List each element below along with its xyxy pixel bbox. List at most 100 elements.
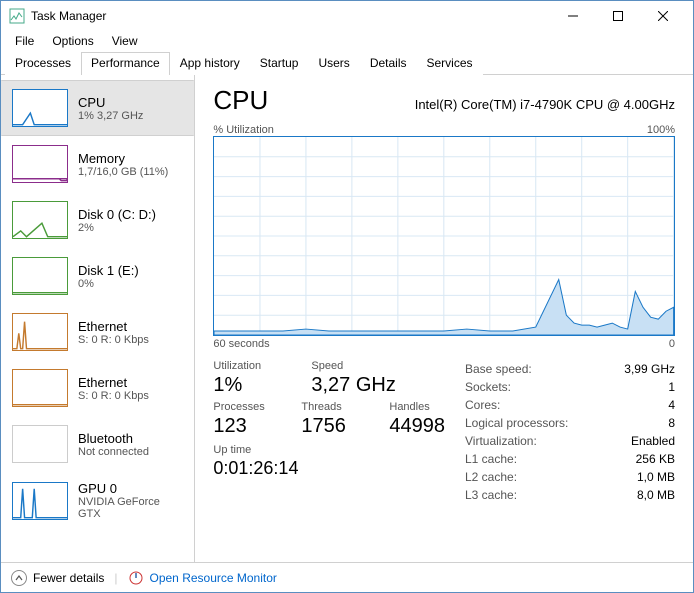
footer: Fewer details | Open Resource Monitor: [1, 562, 693, 592]
tab-performance[interactable]: Performance: [81, 52, 170, 75]
proc-label: Processes: [213, 401, 283, 413]
sidebar-item-label: GPU 0: [78, 481, 183, 496]
sidebar-item-label: Ethernet: [78, 319, 149, 334]
speed-value: 3,27 GHz: [311, 374, 395, 397]
thumb-icon: [12, 369, 68, 407]
spec-row: Logical processors: 8: [465, 414, 675, 432]
spec-row: Cores: 4: [465, 396, 675, 414]
page-title: CPU: [213, 85, 268, 116]
close-button[interactable]: [640, 1, 685, 31]
thumb-icon: [12, 201, 68, 239]
spec-key: Logical processors:: [465, 414, 568, 432]
tab-users[interactable]: Users: [308, 52, 359, 75]
sidebar-item-ethernet[interactable]: Ethernet S: 0 R: 0 Kbps: [1, 360, 194, 416]
spec-key: Cores:: [465, 396, 500, 414]
chart-label-tl: % Utilization: [213, 124, 274, 136]
uptime-value: 0:01:26:14: [213, 458, 445, 479]
thumb-icon: [12, 145, 68, 183]
thread-value: 1756: [301, 415, 371, 438]
sidebar-item-cpu[interactable]: CPU 1% 3,27 GHz: [1, 80, 194, 136]
tab-startup[interactable]: Startup: [250, 52, 309, 75]
spec-row: L3 cache: 8,0 MB: [465, 486, 675, 504]
spec-row: L2 cache: 1,0 MB: [465, 468, 675, 486]
titlebar: Task Manager: [1, 1, 693, 31]
sidebar-item-sub: S: 0 R: 0 Kbps: [78, 334, 149, 346]
open-resource-monitor-link[interactable]: Open Resource Monitor: [150, 571, 277, 585]
handle-value: 44998: [389, 415, 445, 438]
sidebar-item-memory[interactable]: Memory 1,7/16,0 GB (11%): [1, 136, 194, 192]
spec-val: 1: [668, 378, 675, 396]
app-icon: [9, 8, 25, 24]
menubar: File Options View: [1, 31, 693, 51]
util-value: 1%: [213, 374, 293, 397]
sidebar-item-sub: Not connected: [78, 446, 149, 458]
spec-row: Base speed: 3,99 GHz: [465, 360, 675, 378]
handle-label: Handles: [389, 401, 445, 413]
spec-val: 256 KB: [636, 450, 675, 468]
spec-key: Base speed:: [465, 360, 532, 378]
menu-view[interactable]: View: [104, 32, 146, 50]
utilization-chart: [213, 136, 675, 336]
chart-label-br: 0: [669, 338, 675, 350]
sidebar-item-label: Memory: [78, 151, 168, 166]
tab-services[interactable]: Services: [417, 52, 483, 75]
fewer-details-button[interactable]: Fewer details: [33, 571, 104, 585]
cpu-spec-list: Base speed:3,99 GHzSockets:1Cores:4Logic…: [465, 360, 675, 504]
spec-row: L1 cache: 256 KB: [465, 450, 675, 468]
sidebar-item-bluetooth[interactable]: Bluetooth Not connected: [1, 416, 194, 472]
sidebar-item-sub: 1,7/16,0 GB (11%): [78, 166, 168, 178]
uptime-label: Up time: [213, 444, 445, 456]
sidebar-item-disk-1-e-[interactable]: Disk 1 (E:) 0%: [1, 248, 194, 304]
sidebar-item-sub: 0%: [78, 278, 139, 290]
chevron-up-icon[interactable]: [11, 570, 27, 586]
util-label: Utilization: [213, 360, 293, 372]
sidebar-item-label: CPU: [78, 95, 143, 110]
resource-monitor-icon: [128, 570, 144, 586]
menu-file[interactable]: File: [7, 32, 42, 50]
sidebar: CPU 1% 3,27 GHz Memory 1,7/16,0 GB (11%)…: [1, 75, 195, 562]
sidebar-item-disk-0-c-d-[interactable]: Disk 0 (C: D:) 2%: [1, 192, 194, 248]
tab-details[interactable]: Details: [360, 52, 417, 75]
sidebar-item-ethernet[interactable]: Ethernet S: 0 R: 0 Kbps: [1, 304, 194, 360]
tab-processes[interactable]: Processes: [5, 52, 81, 75]
speed-label: Speed: [311, 360, 395, 372]
spec-key: L1 cache:: [465, 450, 517, 468]
sidebar-item-sub: 1% 3,27 GHz: [78, 110, 143, 122]
spec-row: Sockets: 1: [465, 378, 675, 396]
content-pane: CPU Intel(R) Core(TM) i7-4790K CPU @ 4.0…: [195, 75, 693, 562]
sidebar-item-gpu-0[interactable]: GPU 0 NVIDIA GeForce GTX: [1, 472, 194, 529]
sidebar-item-sub: 2%: [78, 222, 156, 234]
chart-label-bl: 60 seconds: [213, 338, 269, 350]
spec-key: Sockets:: [465, 378, 511, 396]
thread-label: Threads: [301, 401, 371, 413]
tab-app-history[interactable]: App history: [170, 52, 250, 75]
chart-label-tr: 100%: [647, 124, 675, 136]
spec-key: Virtualization:: [465, 432, 537, 450]
spec-row: Virtualization: Enabled: [465, 432, 675, 450]
sidebar-item-label: Disk 1 (E:): [78, 263, 139, 278]
sidebar-item-sub: S: 0 R: 0 Kbps: [78, 390, 149, 402]
spec-val: 1,0 MB: [637, 468, 675, 486]
spec-key: L2 cache:: [465, 468, 517, 486]
thumb-icon: [12, 482, 68, 520]
spec-val: Enabled: [631, 432, 675, 450]
sidebar-item-label: Bluetooth: [78, 431, 149, 446]
window-title: Task Manager: [31, 9, 106, 23]
spec-val: 8: [668, 414, 675, 432]
thumb-icon: [12, 89, 68, 127]
cpu-model: Intel(R) Core(TM) i7-4790K CPU @ 4.00GHz: [415, 97, 675, 112]
menu-options[interactable]: Options: [44, 32, 101, 50]
thumb-icon: [12, 313, 68, 351]
thumb-icon: [12, 257, 68, 295]
sidebar-item-sub: NVIDIA GeForce GTX: [78, 496, 183, 520]
thumb-icon: [12, 425, 68, 463]
spec-val: 8,0 MB: [637, 486, 675, 504]
proc-value: 123: [213, 415, 283, 438]
tabbar: Processes Performance App history Startu…: [1, 51, 693, 75]
sidebar-item-label: Ethernet: [78, 375, 149, 390]
maximize-button[interactable]: [595, 1, 640, 31]
spec-val: 4: [668, 396, 675, 414]
minimize-button[interactable]: [550, 1, 595, 31]
spec-key: L3 cache:: [465, 486, 517, 504]
spec-val: 3,99 GHz: [624, 360, 675, 378]
